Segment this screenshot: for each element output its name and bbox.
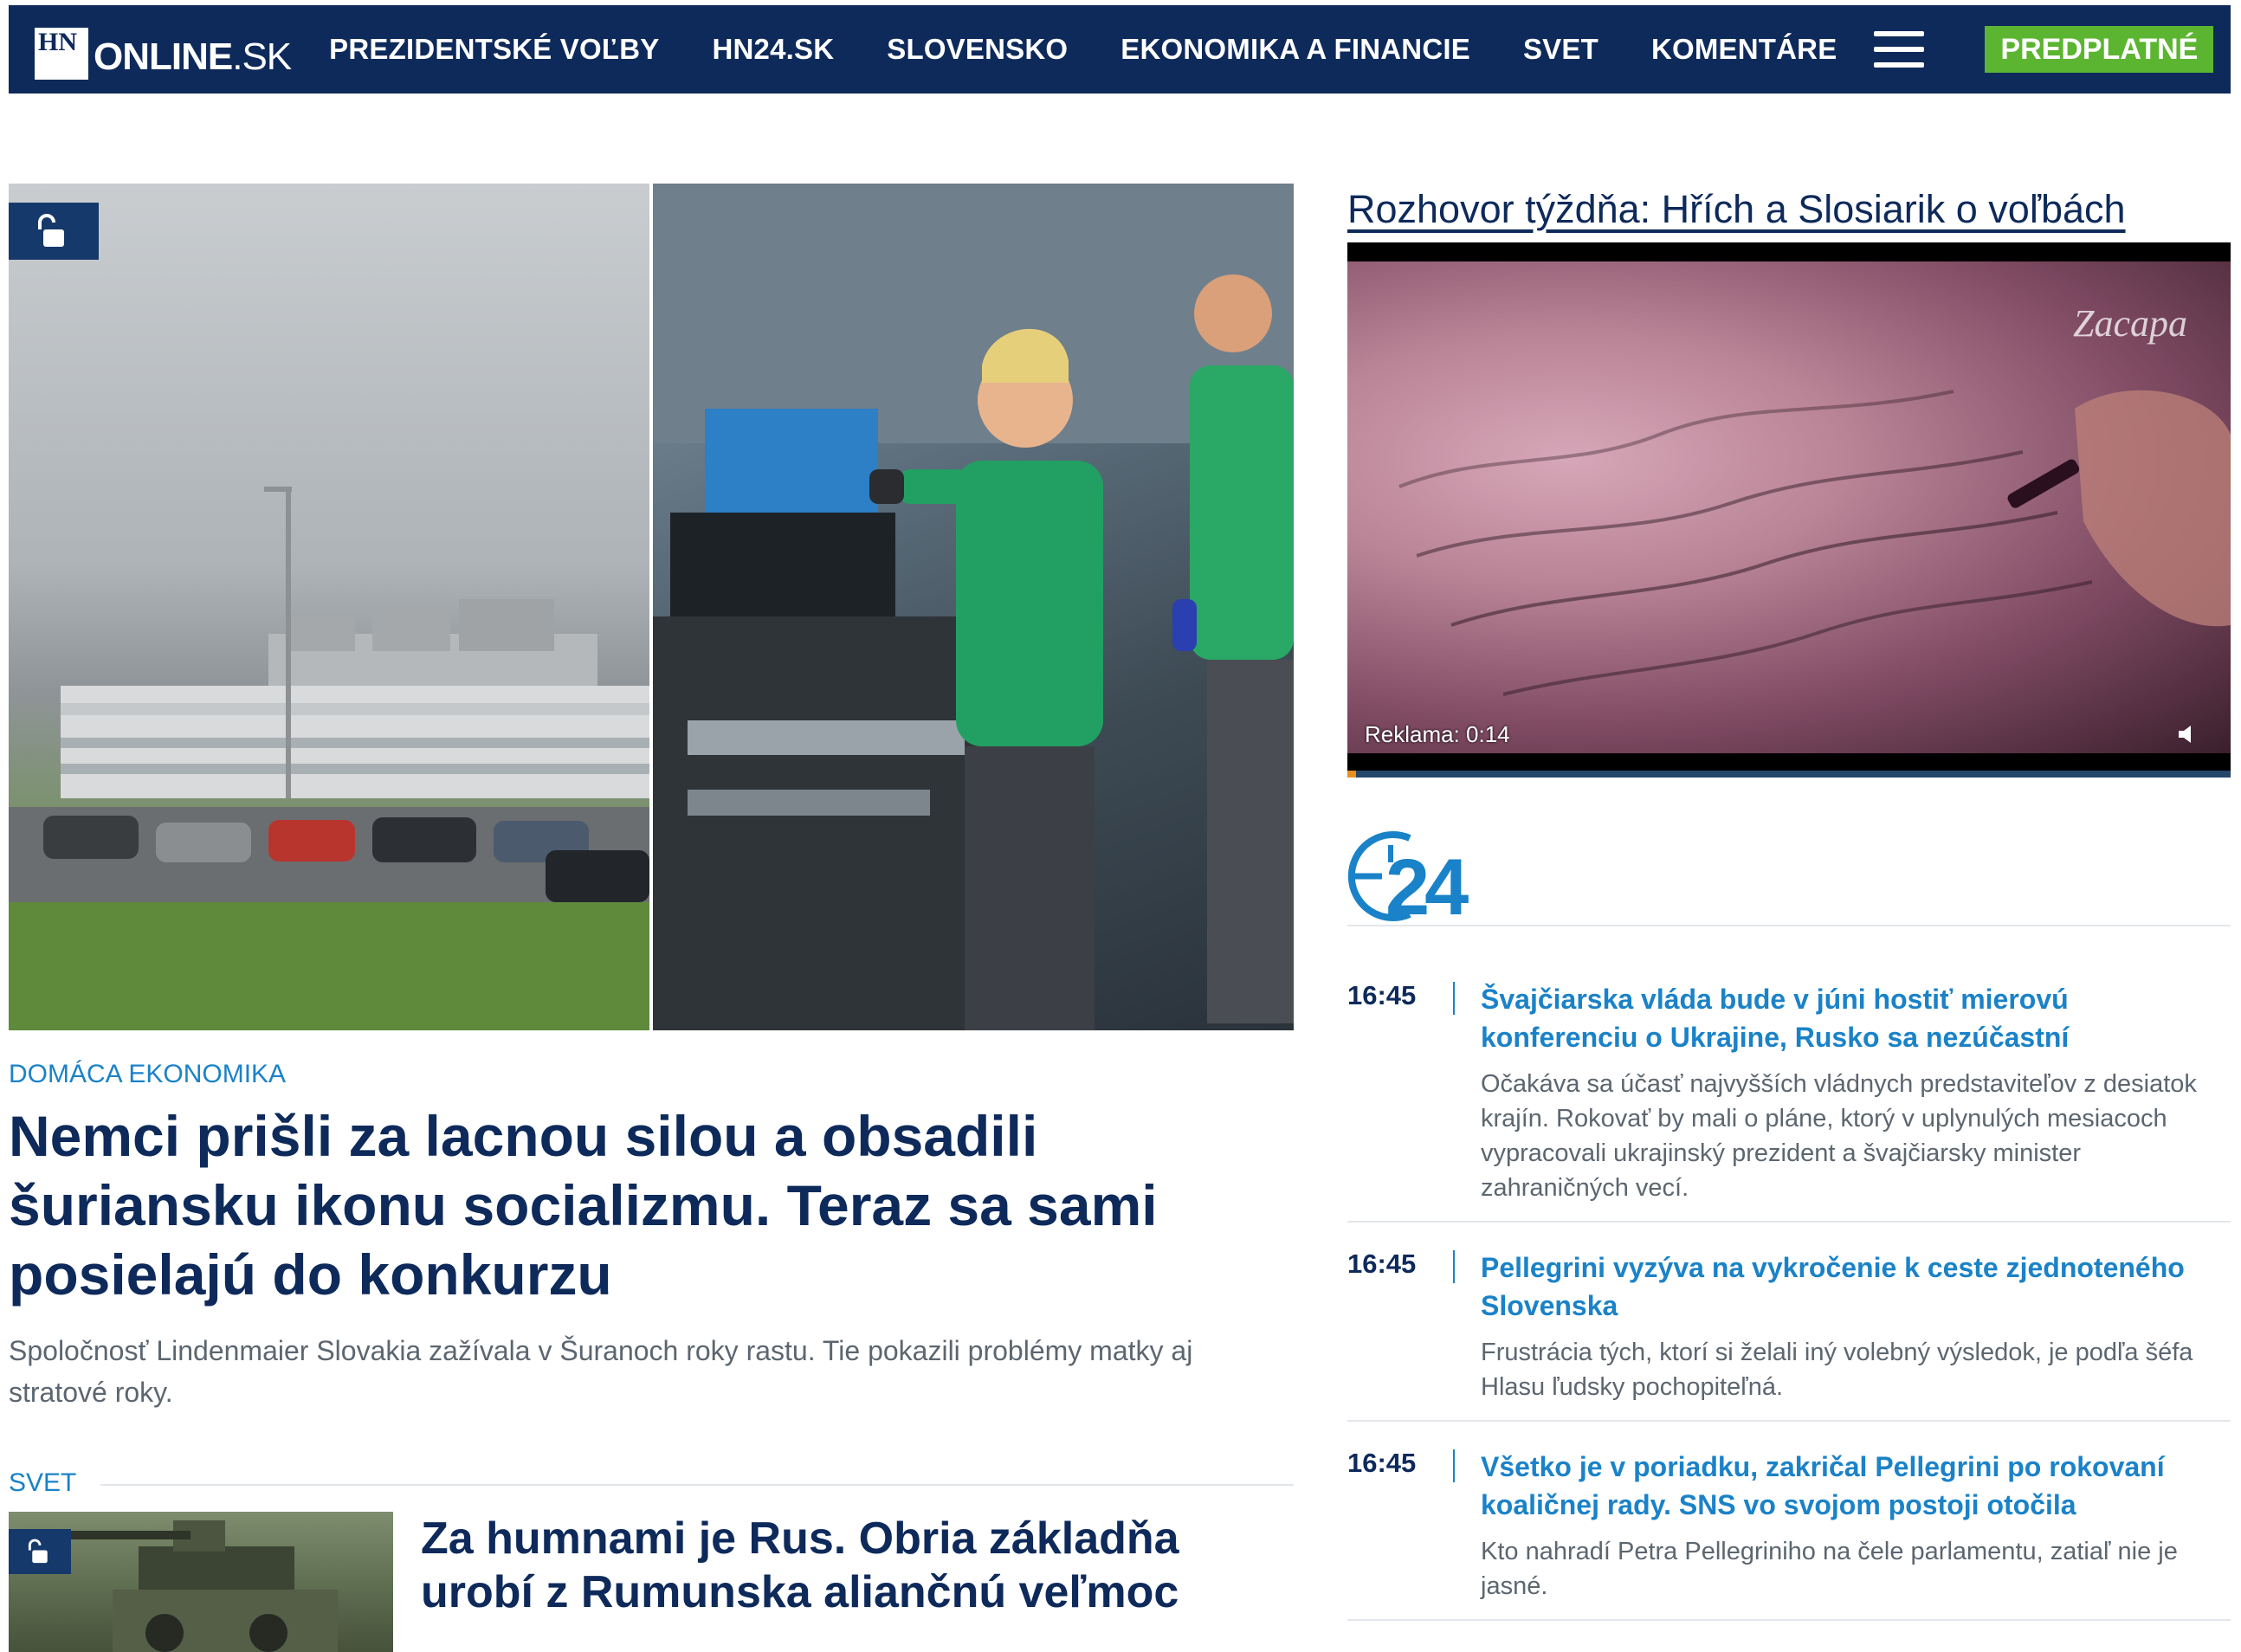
feed-item-summary: Frustrácia tých, ktorí si želali iný vol… <box>1481 1339 2193 1401</box>
feed-item-time: 16:45 <box>1347 1448 1417 1478</box>
nav-item-svet[interactable]: SVET <box>1523 33 1598 66</box>
logo-text: ONLINE.SK <box>94 35 292 80</box>
factory-building-photo <box>9 184 649 1030</box>
logo-sk: .SK <box>232 35 292 78</box>
logo-online: ONLINE <box>94 35 233 78</box>
second-article-image[interactable] <box>9 1512 393 1652</box>
hn24-logo-text: 24 <box>1385 843 1469 923</box>
feed-divider <box>1347 1619 2231 1621</box>
nav-item-komentare[interactable]: KOMENTÁRE <box>1651 33 1837 66</box>
feed-item-headline[interactable]: Všetko je v poriadku, zakričal Pellegrin… <box>1481 1448 2231 1524</box>
feed-item-time: 16:45 <box>1347 1249 1417 1279</box>
feed-item-headline[interactable]: Švajčiarska vláda bude v júni hostiť mie… <box>1481 980 2231 1056</box>
feed-item-separator <box>1453 1449 1455 1482</box>
search-icon[interactable] <box>2238 28 2241 71</box>
factory-worker-photo <box>653 184 1294 1030</box>
factory-worker-illustration <box>653 184 1294 1030</box>
video-progress-bar[interactable] <box>1347 771 2231 778</box>
section-divider <box>100 1484 1294 1486</box>
factory-building-illustration <box>9 487 649 1030</box>
feed-item-separator <box>1453 1250 1455 1283</box>
feed-item-summary: Očakáva sa účasť najvyšších vládnych pre… <box>1481 1070 2197 1202</box>
video-brand-watermark: Zacapa <box>2073 302 2187 345</box>
feed-item-summary: Kto nahradí Petra Pellegriniho na čele p… <box>1481 1538 2178 1600</box>
hn24-divider <box>1347 925 2231 926</box>
unlocked-icon <box>9 1529 71 1574</box>
feed-divider <box>1347 1221 2231 1223</box>
second-article-title[interactable]: Za humnami je Rus. Obria základňa urobí … <box>421 1512 1295 1619</box>
feed-divider <box>1347 1420 2231 1422</box>
nav-item-prezidentske-volby[interactable]: PREZIDENTSKÉ VOĽBY <box>329 33 659 66</box>
video-frame: Zacapa Reklama: 0:14 <box>1347 261 2231 753</box>
nav-item-hn24[interactable]: HN24.SK <box>712 33 834 66</box>
nav-item-slovensko[interactable]: SLOVENSKO <box>887 33 1068 66</box>
hero-article-perex: Spoločnosť Lindenmaier Slovakia zažívala… <box>9 1335 1193 1408</box>
unlocked-icon <box>9 203 99 260</box>
ad-countdown-label: Reklama: 0:14 <box>1365 721 1510 747</box>
logo-hn-box: HN <box>35 28 88 80</box>
menu-icon[interactable] <box>1874 31 1925 68</box>
feed-item-time: 16:45 <box>1347 980 1417 1010</box>
video-title-link[interactable]: Rozhovor týždňa: Hřích a Slosiarik o voľ… <box>1347 187 2126 232</box>
main-nav: PREZIDENTSKÉ VOĽBY HN24.SK SLOVENSKO EKO… <box>329 26 2241 73</box>
mute-icon[interactable] <box>2175 722 2199 746</box>
nav-item-ekonomika-a-financie[interactable]: EKONOMIKA A FINANCIE <box>1120 33 1470 66</box>
video-progress-fill <box>1347 771 1357 778</box>
hero-category-label[interactable]: DOMÁCA EKONOMIKA <box>9 1060 286 1089</box>
subscribe-button[interactable]: PREDPLATNÉ <box>1985 26 2214 73</box>
hero-article-image[interactable] <box>9 184 1294 1030</box>
video-player[interactable]: Zacapa Reklama: 0:14 <box>1347 242 2231 778</box>
feed-item-separator <box>1453 982 1455 1015</box>
hn24-clock-logo[interactable]: 24 <box>1347 828 1479 923</box>
top-navigation-bar: HN ONLINE.SK PREZIDENTSKÉ VOĽBY HN24.SK … <box>9 5 2241 94</box>
feed-item-headline[interactable]: Pellegrini vyzýva na vykročenie k ceste … <box>1481 1249 2231 1325</box>
site-logo[interactable]: HN ONLINE.SK <box>35 19 292 80</box>
hero-article-title[interactable]: Nemci prišli za lacnou silou a obsadili … <box>9 1101 1282 1309</box>
section-label-svet[interactable]: SVET <box>9 1468 76 1498</box>
